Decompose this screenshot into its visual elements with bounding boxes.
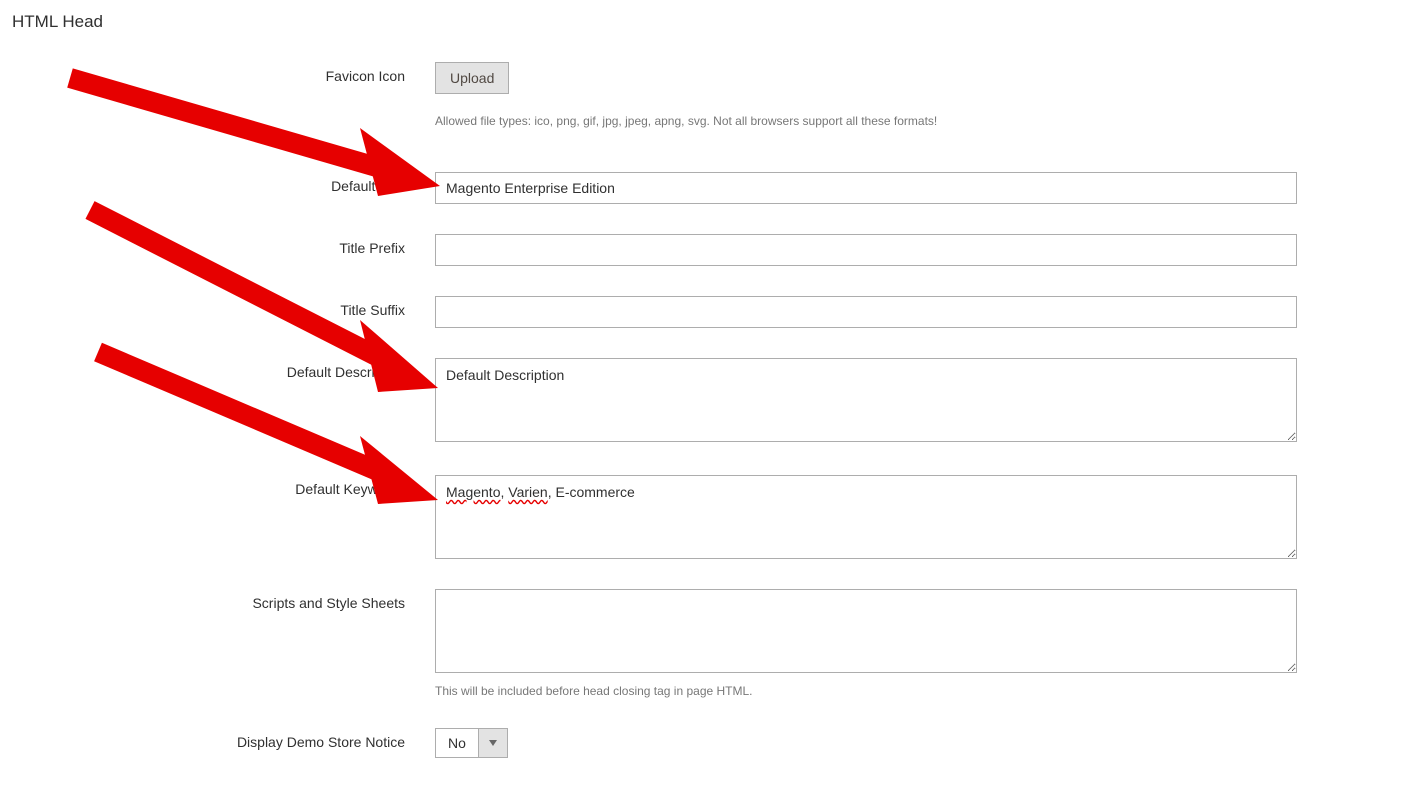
title-prefix-field[interactable] — [435, 234, 1297, 266]
label-scripts: Scripts and Style Sheets — [0, 589, 435, 611]
label-demo-notice: Display Demo Store Notice — [0, 728, 435, 750]
keyword-rest: , E-commerce — [548, 484, 635, 500]
keyword-varien: Varien — [508, 484, 547, 500]
chevron-down-icon[interactable] — [478, 728, 508, 758]
label-title-prefix: Title Prefix — [0, 234, 435, 256]
row-demo-notice: Display Demo Store Notice No — [0, 728, 1402, 758]
row-favicon: Favicon Icon Upload Allowed file types: … — [0, 62, 1402, 128]
title-suffix-field[interactable] — [435, 296, 1297, 328]
label-favicon: Favicon Icon — [0, 62, 435, 84]
scripts-field[interactable] — [435, 589, 1297, 673]
row-default-keywords: Default Keywords Magento, Varien, E-comm… — [0, 475, 1402, 559]
upload-button[interactable]: Upload — [435, 62, 509, 94]
default-description-field[interactable]: Default Description — [435, 358, 1297, 442]
default-title-field[interactable] — [435, 172, 1297, 204]
default-keywords-field[interactable]: Magento, Varien, E-commerce — [435, 475, 1297, 559]
label-default-keywords: Default Keywords — [0, 475, 435, 497]
label-default-description: Default Description — [0, 358, 435, 380]
row-title-prefix: Title Prefix — [0, 234, 1402, 266]
scripts-helper-text: This will be included before head closin… — [435, 684, 1305, 698]
demo-notice-value: No — [435, 728, 478, 758]
form-wrapper: Favicon Icon Upload Allowed file types: … — [0, 32, 1402, 758]
section-title: HTML Head — [0, 0, 1402, 32]
row-title-suffix: Title Suffix — [0, 296, 1402, 328]
label-title-suffix: Title Suffix — [0, 296, 435, 318]
row-default-description: Default Description Default Description — [0, 358, 1402, 445]
keyword-magento: Magento — [446, 484, 500, 500]
demo-notice-select[interactable]: No — [435, 728, 508, 758]
row-scripts: Scripts and Style Sheets This will be in… — [0, 589, 1402, 698]
label-default-title: Default Title — [0, 172, 435, 194]
favicon-helper-text: Allowed file types: ico, png, gif, jpg, … — [435, 114, 1305, 128]
row-default-title: Default Title — [0, 172, 1402, 204]
